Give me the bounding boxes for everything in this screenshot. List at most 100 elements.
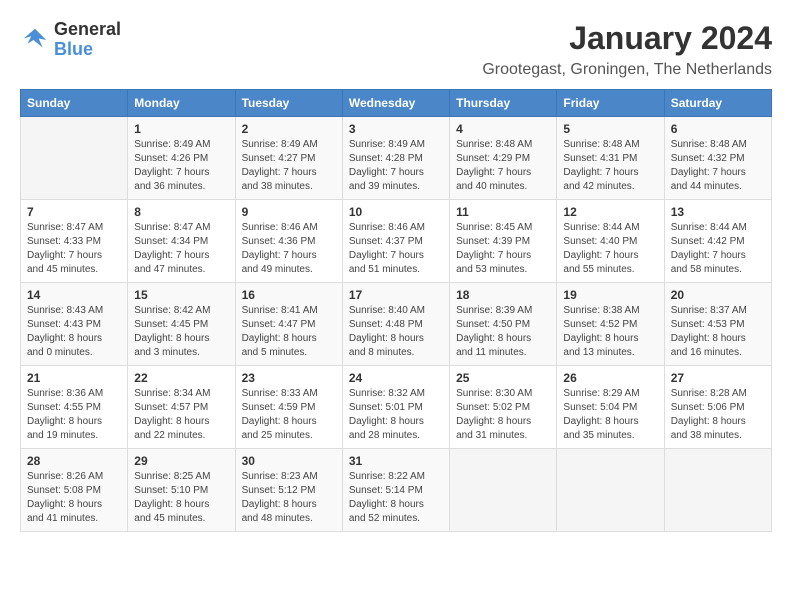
calendar-cell: 1Sunrise: 8:49 AM Sunset: 4:26 PM Daylig… (128, 117, 235, 200)
calendar-cell: 2 Sunrise: 8:49 AM Sunset: 4:27 PM Daylig… (235, 117, 342, 200)
day-number: 5 (563, 122, 657, 136)
day-info: Sunrise: 8:45 AM Sunset: 4:39 PM Dayligh… (456, 221, 550, 277)
day-number: 16 (242, 288, 336, 302)
day-info: Sunrise: 8:33 AM Sunset: 4:59 PM Dayligh… (242, 387, 336, 443)
day-number: 12 (563, 205, 657, 219)
location-title: Grootegast, Groningen, The Netherlands (482, 61, 772, 79)
day-number: 28 (27, 454, 121, 468)
day-number: 19 (563, 288, 657, 302)
day-number: 23 (242, 371, 336, 385)
calendar-cell (664, 449, 771, 532)
calendar-week-row: 21 Sunrise: 8:36 AM Sunset: 4:55 PM Dayli… (21, 366, 772, 449)
calendar-cell: 23 Sunrise: 8:33 AM Sunset: 4:59 PM Dayli… (235, 366, 342, 449)
logo-line1: General (54, 20, 121, 40)
day-info: Sunrise: 8:42 AM Sunset: 4:45 PM Dayligh… (134, 304, 228, 360)
day-info: Sunrise: 8:47 AM Sunset: 4:34 PM Dayligh… (134, 221, 228, 277)
day-number: 26 (563, 371, 657, 385)
calendar-header-row: SundayMondayTuesdayWednesdayThursdayFrid… (21, 90, 772, 117)
day-number: 25 (456, 371, 550, 385)
weekday-header: Friday (557, 90, 664, 117)
day-info: Sunrise: 8:49 AM Sunset: 4:28 PM Dayligh… (349, 138, 443, 194)
day-info: Sunrise: 8:29 AM Sunset: 5:04 PM Dayligh… (563, 387, 657, 443)
day-number: 24 (349, 371, 443, 385)
calendar-cell: 6Sunrise: 8:48 AM Sunset: 4:32 PM Daylig… (664, 117, 771, 200)
day-info: Sunrise: 8:47 AM Sunset: 4:33 PM Dayligh… (27, 221, 121, 277)
day-number: 8 (134, 205, 228, 219)
weekday-header: Sunday (21, 90, 128, 117)
day-info: Sunrise: 8:49 AM Sunset: 4:26 PM Dayligh… (134, 138, 228, 194)
day-number: 27 (671, 371, 765, 385)
day-info: Sunrise: 8:30 AM Sunset: 5:02 PM Dayligh… (456, 387, 550, 443)
day-number: 21 (27, 371, 121, 385)
day-info: Sunrise: 8:36 AM Sunset: 4:55 PM Dayligh… (27, 387, 121, 443)
day-number: 4 (456, 122, 550, 136)
calendar-cell: 30 Sunrise: 8:23 AM Sunset: 5:12 PM Dayli… (235, 449, 342, 532)
day-number: 20 (671, 288, 765, 302)
calendar-cell: 28 Sunrise: 8:26 AM Sunset: 5:08 PM Dayli… (21, 449, 128, 532)
day-number: 6 (671, 122, 765, 136)
day-info: Sunrise: 8:23 AM Sunset: 5:12 PM Dayligh… (242, 470, 336, 526)
calendar-cell: 31Sunrise: 8:22 AM Sunset: 5:14 PM Dayli… (342, 449, 449, 532)
calendar-cell (557, 449, 664, 532)
day-number: 2 (242, 122, 336, 136)
day-number: 9 (242, 205, 336, 219)
day-info: Sunrise: 8:38 AM Sunset: 4:52 PM Dayligh… (563, 304, 657, 360)
day-info: Sunrise: 8:49 AM Sunset: 4:27 PM Dayligh… (242, 138, 336, 194)
day-number: 7 (27, 205, 121, 219)
calendar-cell: 12 Sunrise: 8:44 AM Sunset: 4:40 PM Dayli… (557, 200, 664, 283)
day-info: Sunrise: 8:25 AM Sunset: 5:10 PM Dayligh… (134, 470, 228, 526)
day-info: Sunrise: 8:43 AM Sunset: 4:43 PM Dayligh… (27, 304, 121, 360)
day-info: Sunrise: 8:39 AM Sunset: 4:50 PM Dayligh… (456, 304, 550, 360)
calendar-week-row: 1Sunrise: 8:49 AM Sunset: 4:26 PM Daylig… (21, 117, 772, 200)
weekday-header: Saturday (664, 90, 771, 117)
day-info: Sunrise: 8:46 AM Sunset: 4:36 PM Dayligh… (242, 221, 336, 277)
weekday-header: Monday (128, 90, 235, 117)
day-number: 15 (134, 288, 228, 302)
day-info: Sunrise: 8:44 AM Sunset: 4:40 PM Dayligh… (563, 221, 657, 277)
day-info: Sunrise: 8:37 AM Sunset: 4:53 PM Dayligh… (671, 304, 765, 360)
calendar-cell: 25 Sunrise: 8:30 AM Sunset: 5:02 PM Dayli… (450, 366, 557, 449)
day-info: Sunrise: 8:32 AM Sunset: 5:01 PM Dayligh… (349, 387, 443, 443)
calendar-cell: 15 Sunrise: 8:42 AM Sunset: 4:45 PM Dayli… (128, 283, 235, 366)
calendar-cell: 14 Sunrise: 8:43 AM Sunset: 4:43 PM Dayli… (21, 283, 128, 366)
title-section: January 2024 Grootegast, Groningen, The … (482, 20, 772, 79)
day-number: 29 (134, 454, 228, 468)
weekday-header: Thursday (450, 90, 557, 117)
logo-line2: Blue (54, 40, 121, 60)
logo-icon (20, 25, 50, 55)
day-number: 14 (27, 288, 121, 302)
calendar-cell: 29 Sunrise: 8:25 AM Sunset: 5:10 PM Dayli… (128, 449, 235, 532)
day-number: 11 (456, 205, 550, 219)
calendar-week-row: 7 Sunrise: 8:47 AM Sunset: 4:33 PM Daylig… (21, 200, 772, 283)
day-info: Sunrise: 8:41 AM Sunset: 4:47 PM Dayligh… (242, 304, 336, 360)
calendar-cell: 13 Sunrise: 8:44 AM Sunset: 4:42 PM Dayli… (664, 200, 771, 283)
calendar-cell: 19 Sunrise: 8:38 AM Sunset: 4:52 PM Dayli… (557, 283, 664, 366)
calendar-cell (21, 117, 128, 200)
logo: General Blue (20, 20, 121, 60)
day-number: 30 (242, 454, 336, 468)
day-info: Sunrise: 8:46 AM Sunset: 4:37 PM Dayligh… (349, 221, 443, 277)
day-number: 17 (349, 288, 443, 302)
page-header: General Blue January 2024 Grootegast, Gr… (20, 20, 772, 79)
calendar-cell: 3Sunrise: 8:49 AM Sunset: 4:28 PM Daylig… (342, 117, 449, 200)
weekday-header: Wednesday (342, 90, 449, 117)
calendar-cell: 4 Sunrise: 8:48 AM Sunset: 4:29 PM Daylig… (450, 117, 557, 200)
calendar-cell: 10Sunrise: 8:46 AM Sunset: 4:37 PM Dayli… (342, 200, 449, 283)
calendar-cell: 24 Sunrise: 8:32 AM Sunset: 5:01 PM Dayli… (342, 366, 449, 449)
day-info: Sunrise: 8:26 AM Sunset: 5:08 PM Dayligh… (27, 470, 121, 526)
weekday-header: Tuesday (235, 90, 342, 117)
calendar-cell: 27Sunrise: 8:28 AM Sunset: 5:06 PM Dayli… (664, 366, 771, 449)
day-info: Sunrise: 8:44 AM Sunset: 4:42 PM Dayligh… (671, 221, 765, 277)
calendar-cell: 11 Sunrise: 8:45 AM Sunset: 4:39 PM Dayli… (450, 200, 557, 283)
day-info: Sunrise: 8:40 AM Sunset: 4:48 PM Dayligh… (349, 304, 443, 360)
calendar-cell: 21 Sunrise: 8:36 AM Sunset: 4:55 PM Dayli… (21, 366, 128, 449)
calendar-cell: 22Sunrise: 8:34 AM Sunset: 4:57 PM Dayli… (128, 366, 235, 449)
day-info: Sunrise: 8:48 AM Sunset: 4:29 PM Dayligh… (456, 138, 550, 194)
calendar-week-row: 28 Sunrise: 8:26 AM Sunset: 5:08 PM Dayli… (21, 449, 772, 532)
day-number: 13 (671, 205, 765, 219)
calendar-cell: 7 Sunrise: 8:47 AM Sunset: 4:33 PM Daylig… (21, 200, 128, 283)
calendar-cell: 9 Sunrise: 8:46 AM Sunset: 4:36 PM Daylig… (235, 200, 342, 283)
day-number: 18 (456, 288, 550, 302)
day-info: Sunrise: 8:34 AM Sunset: 4:57 PM Dayligh… (134, 387, 228, 443)
calendar-cell: 20 Sunrise: 8:37 AM Sunset: 4:53 PM Dayli… (664, 283, 771, 366)
